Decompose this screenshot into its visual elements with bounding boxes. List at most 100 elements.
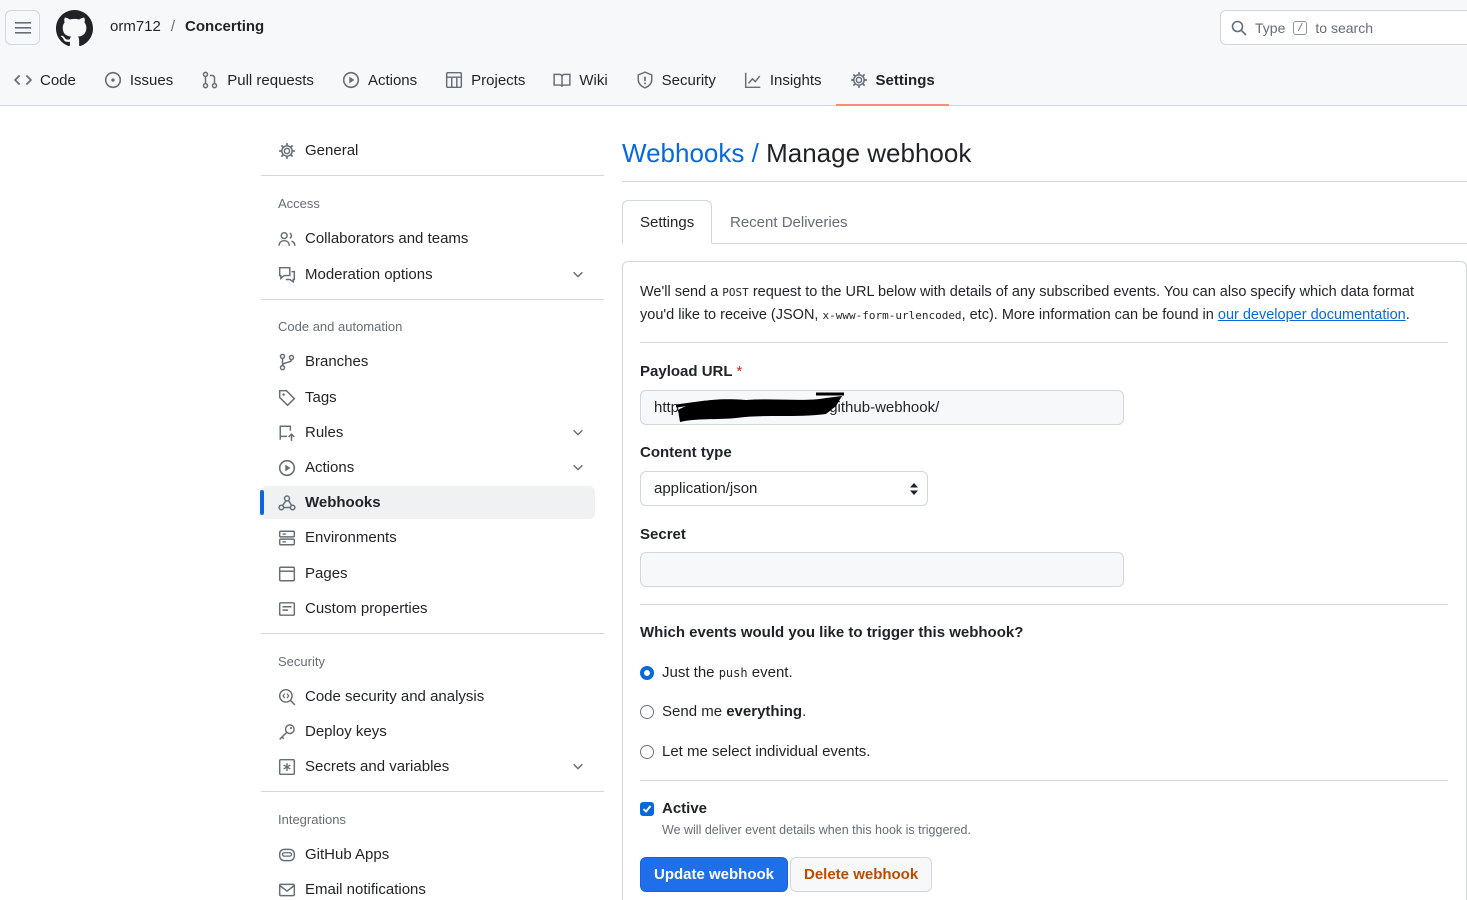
intro-code-post: POST	[722, 286, 749, 299]
everything-option-suffix: .	[802, 703, 807, 720]
active-checkbox[interactable]	[640, 801, 654, 816]
key-icon	[279, 723, 295, 740]
sidebar-item-github-apps[interactable]: GitHub Apps	[261, 838, 595, 871]
content-type-select[interactable]: application/json	[640, 471, 928, 506]
tab-wiki[interactable]: Wiki	[539, 62, 621, 98]
sidebar-item-label: GitHub Apps	[305, 846, 390, 863]
check-icon	[642, 804, 652, 813]
chevron-down-icon[interactable]	[571, 460, 585, 474]
search-icon	[1231, 20, 1247, 36]
radio-push[interactable]	[640, 665, 654, 680]
repo-nav: Code Issues Pull requests Actions Projec…	[0, 62, 949, 106]
repo-owner-link[interactable]: orm712	[110, 18, 161, 35]
active-checkbox-row[interactable]: Active	[640, 800, 707, 817]
sidebar-item-webhooks[interactable]: Webhooks	[260, 486, 595, 519]
webhook-tabs: Settings Recent Deliveries	[622, 200, 1467, 244]
tab-issues[interactable]: Issues	[90, 62, 187, 98]
tab-projects[interactable]: Projects	[431, 62, 539, 98]
sidebar-item-label: Email notifications	[305, 881, 426, 898]
content-type-label: Content type	[640, 444, 732, 461]
sidebar-item-environments[interactable]: Environments	[261, 521, 595, 554]
sidebar-item-rules[interactable]: Rules	[261, 416, 595, 449]
shield-icon	[637, 71, 653, 89]
github-logo-icon[interactable]	[56, 10, 93, 47]
sidebar-item-deploy-keys[interactable]: Deploy keys	[261, 715, 595, 748]
secret-input[interactable]	[640, 552, 1124, 587]
event-option-individual[interactable]: Let me select individual events.	[640, 743, 870, 760]
tab-settings[interactable]: Settings	[835, 62, 949, 106]
sidebar-item-label: Pages	[305, 565, 348, 582]
delete-webhook-button[interactable]: Delete webhook	[790, 857, 933, 892]
chevron-down-icon[interactable]	[571, 759, 585, 773]
gear-icon	[279, 142, 295, 159]
mail-icon	[278, 883, 296, 896]
events-question: Which events would you like to trigger t…	[640, 624, 1024, 641]
tab-pull-requests[interactable]: Pull requests	[187, 62, 328, 98]
tab-label: Projects	[471, 71, 526, 89]
everything-option-prefix: Send me	[662, 703, 723, 720]
radio-individual[interactable]	[640, 744, 654, 759]
title-divider	[622, 181, 1467, 182]
tab-security[interactable]: Security	[622, 62, 730, 98]
comment-discussion-icon	[278, 266, 296, 283]
update-webhook-button[interactable]: Update webhook	[640, 857, 789, 892]
active-label: Active	[662, 800, 708, 817]
tab-label: Security	[661, 71, 716, 89]
search-input[interactable]: Type / to search	[1220, 10, 1467, 45]
sidebar-item-email-notifications[interactable]: Email notifications	[261, 873, 595, 900]
tab-webhook-settings[interactable]: Settings	[622, 200, 712, 244]
tab-insights[interactable]: Insights	[730, 62, 836, 98]
sidebar-item-collaborators[interactable]: Collaborators and teams	[261, 222, 595, 255]
everything-option-bold: everything	[726, 703, 803, 720]
sidebar-divider	[261, 791, 604, 792]
intro-text-part: .	[1405, 307, 1410, 323]
sidebar-item-label: Environments	[305, 529, 397, 546]
webhooks-breadcrumb-link[interactable]: Webhooks	[622, 138, 744, 168]
note-icon	[278, 601, 296, 616]
sidebar-item-code-security[interactable]: Code security and analysis	[261, 680, 595, 713]
radio-everything[interactable]	[640, 704, 654, 719]
tab-label: Issues	[129, 71, 174, 89]
pull-request-icon	[202, 71, 218, 89]
sidebar-item-secrets-variables[interactable]: Secrets and variables	[261, 750, 595, 783]
sidebar-item-label: Collaborators and teams	[305, 230, 469, 247]
tab-label: Wiki	[579, 71, 608, 89]
page-title-text: Manage webhook	[766, 138, 972, 168]
issue-icon	[104, 71, 121, 89]
content-type-value: application/json	[654, 480, 758, 497]
play-icon	[342, 71, 360, 89]
sidebar-item-label: Tags	[305, 389, 337, 406]
sidebar-item-actions[interactable]: Actions	[261, 451, 595, 484]
search-placeholder-suffix: to search	[1315, 19, 1373, 36]
chevron-down-icon[interactable]	[571, 267, 585, 281]
tab-code[interactable]: Code	[0, 62, 90, 98]
sidebar-item-label: Custom properties	[305, 600, 428, 617]
hamburger-menu-button[interactable]	[5, 10, 40, 45]
sidebar-item-custom-properties[interactable]: Custom properties	[261, 592, 595, 625]
hubot-icon	[278, 848, 296, 861]
developer-documentation-link[interactable]: our developer documentation	[1218, 307, 1406, 323]
table-icon	[446, 71, 463, 89]
event-option-everything[interactable]: Send me everything.	[640, 703, 806, 720]
repo-name-link[interactable]: Concerting	[185, 18, 264, 35]
intro-text-part: We'll send a	[640, 284, 719, 300]
book-icon	[553, 73, 571, 87]
server-icon	[278, 530, 296, 545]
section-divider	[640, 780, 1448, 781]
sidebar-item-tags[interactable]: Tags	[261, 381, 595, 414]
push-option-prefix: Just the	[662, 664, 715, 681]
sidebar-item-branches[interactable]: Branches	[261, 345, 595, 378]
tab-actions[interactable]: Actions	[328, 62, 431, 98]
event-option-push[interactable]: Just the push event.	[640, 664, 793, 681]
sidebar-item-moderation-options[interactable]: Moderation options	[261, 258, 595, 291]
chevron-down-icon[interactable]	[571, 425, 585, 439]
tab-recent-deliveries[interactable]: Recent Deliveries	[713, 200, 865, 244]
sidebar-item-label: General	[305, 142, 359, 159]
app-header: orm712 / Concerting Type / to search Cod…	[0, 0, 1467, 106]
sidebar-item-pages[interactable]: Pages	[261, 557, 595, 590]
sidebar-item-general[interactable]: General	[261, 134, 595, 167]
event-option-label: Send me everything.	[662, 703, 806, 720]
tab-label: Code	[40, 71, 76, 89]
tag-icon	[278, 389, 296, 406]
asterisk-box-icon	[278, 758, 296, 775]
